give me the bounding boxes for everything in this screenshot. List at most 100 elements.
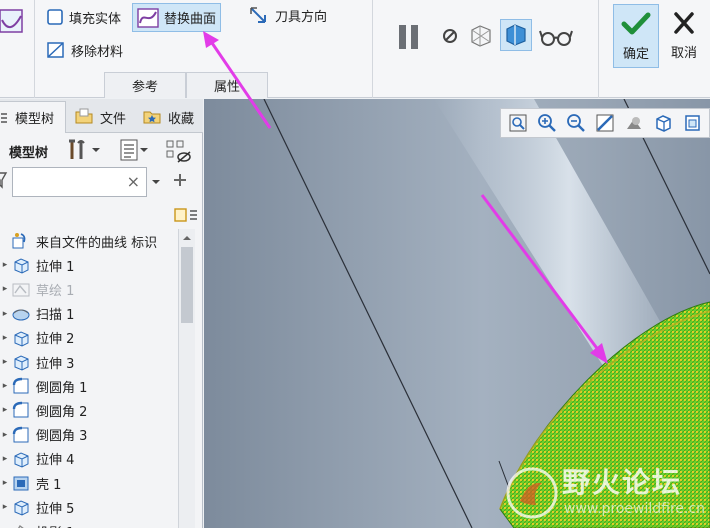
fill-solid-icon <box>47 9 63 25</box>
favorites-icon <box>143 111 161 124</box>
wireframe-preview-icon <box>471 25 491 47</box>
chevron-down-icon <box>92 148 100 152</box>
checkmark-icon <box>621 12 651 35</box>
clear-search-icon[interactable]: × <box>127 172 140 191</box>
graphics-viewport[interactable]: 野火论坛 www.proewildfire.cn <box>204 99 710 528</box>
tree-settings-button[interactable] <box>64 138 104 162</box>
replace-surface-button[interactable]: 替换曲面 <box>132 3 222 32</box>
tree-item-label: 倒圆角 3 <box>36 429 88 445</box>
zoom-out-button[interactable] <box>565 112 587 134</box>
tree-item[interactable]: ▸ 倒圆角 2 <box>0 398 87 422</box>
surface-tool-icon[interactable] <box>0 8 26 36</box>
perspective-icon <box>627 117 641 129</box>
repaint-button[interactable] <box>594 112 616 134</box>
tree-item-label: 草绘 1 <box>36 283 75 299</box>
expand-arrow-icon[interactable]: ▸ <box>0 284 10 294</box>
repaint-icon <box>596 114 614 132</box>
expand-arrow-icon[interactable]: ▸ <box>0 333 10 343</box>
remove-material-icon <box>47 42 64 58</box>
tree-item[interactable]: ▸投影 1 <box>0 519 74 528</box>
tree-filter-menu-button[interactable] <box>114 138 154 162</box>
verify-button[interactable] <box>466 22 496 50</box>
tree-scrollbar[interactable] <box>178 229 195 528</box>
tab-model-tree[interactable]: 模型树 <box>0 101 66 133</box>
tree-item[interactable]: ▸ 拉伸 2 <box>0 326 74 350</box>
zoom-in-icon <box>538 114 556 132</box>
ok-button[interactable]: 确定 <box>613 4 659 68</box>
expand-arrow-icon[interactable]: ▸ <box>0 357 10 367</box>
list-icon <box>120 139 138 161</box>
pause-button[interactable] <box>394 22 424 52</box>
expand-arrow-icon[interactable]: ▸ <box>0 502 10 512</box>
glasses-button[interactable] <box>538 24 574 50</box>
tree-item[interactable]: ▸ 倒圆角 1 <box>0 374 87 398</box>
cube-icon <box>656 115 671 132</box>
expand-arrow-icon[interactable]: ▸ <box>0 381 10 391</box>
tree-item[interactable]: 来自文件的曲线 标识 <box>0 229 157 253</box>
tab-files[interactable]: 文件 <box>68 101 136 133</box>
projection-icon <box>12 522 30 528</box>
add-icon[interactable] <box>173 173 187 187</box>
tree-item-label: 壳 1 <box>36 477 62 493</box>
tree-item-label: 投影 1 <box>36 522 74 528</box>
zoom-in-button[interactable] <box>536 112 558 134</box>
cancel-button[interactable]: 取消 <box>661 4 707 68</box>
sketch-icon <box>12 280 30 298</box>
round-icon <box>12 426 30 444</box>
stop-button[interactable] <box>438 24 462 48</box>
fill-solid-button[interactable]: 填充实体 <box>42 5 125 29</box>
preview-button[interactable] <box>500 19 532 51</box>
extrude-icon <box>12 450 30 468</box>
column-settings-icon[interactable] <box>173 207 203 225</box>
expand-arrow-icon[interactable]: ▸ <box>0 260 10 270</box>
tree-item-label: 拉伸 2 <box>36 332 75 348</box>
watermark: 野火论坛 www.proewildfire.cn <box>502 459 710 528</box>
extrude-icon <box>12 256 30 274</box>
filter-icon[interactable] <box>0 171 8 189</box>
tree-item[interactable]: ▸ 拉伸 4 <box>0 447 74 471</box>
tree-item-label: 来自文件的曲线 标识 <box>36 235 158 251</box>
expand-arrow-icon[interactable]: ▸ <box>0 405 10 415</box>
remove-material-button[interactable]: 移除材料 <box>42 38 127 62</box>
tree-search-input[interactable]: × <box>12 167 147 197</box>
display-style-button[interactable] <box>652 112 674 134</box>
replace-surface-icon <box>137 7 159 28</box>
expand-arrow-icon[interactable]: ▸ <box>0 454 10 464</box>
tab-properties[interactable]: 属性 <box>186 72 268 98</box>
extrude-icon <box>12 353 30 371</box>
perspective-button[interactable] <box>623 112 645 134</box>
expand-arrow-icon[interactable]: ▸ <box>0 309 10 319</box>
zoom-out-icon <box>567 114 585 132</box>
saved-views-button[interactable] <box>681 112 703 134</box>
expand-arrow-icon[interactable]: ▸ <box>0 478 10 488</box>
tree-item[interactable]: ▸ 草绘 1 <box>0 277 74 301</box>
tab-favorites-label: 收藏 <box>168 111 195 127</box>
round-icon <box>12 401 30 419</box>
tree-item[interactable]: ▸ 倒圆角 3 <box>0 423 87 447</box>
tree-item[interactable]: ▸ 扫描 1 <box>0 302 75 326</box>
scroll-up-icon[interactable] <box>182 234 192 242</box>
remove-material-label: 移除材料 <box>71 44 124 60</box>
hide-items-icon <box>166 140 191 163</box>
extrude-icon <box>12 329 30 347</box>
saved-views-icon <box>685 115 700 131</box>
expand-arrow-icon[interactable]: ▸ <box>0 430 10 440</box>
tool-direction-icon <box>250 7 266 23</box>
tool-direction-button[interactable]: 刀具方向 <box>244 3 331 27</box>
tree-item[interactable]: ▸ 壳 1 <box>0 471 61 495</box>
tab-favorites[interactable]: 收藏 <box>136 101 203 133</box>
shell-icon <box>12 474 30 492</box>
refit-icon <box>509 114 527 132</box>
panel-tab-strip: 模型树 文件 收藏 <box>0 99 203 133</box>
refit-button[interactable] <box>507 112 529 134</box>
tree-item[interactable]: ▸ 拉伸 1 <box>0 253 74 277</box>
tab-properties-label: 属性 <box>213 80 240 95</box>
chevron-down-icon <box>140 148 148 152</box>
tree-item-label: 拉伸 3 <box>36 356 75 372</box>
show-hidden-button[interactable] <box>164 138 192 164</box>
chevron-down-icon[interactable] <box>151 178 161 186</box>
scrollbar-thumb[interactable] <box>181 247 193 323</box>
tree-item[interactable]: ▸ 拉伸 5 <box>0 495 74 519</box>
tree-item[interactable]: ▸ 拉伸 3 <box>0 350 74 374</box>
tab-references[interactable]: 参考 <box>104 72 186 98</box>
